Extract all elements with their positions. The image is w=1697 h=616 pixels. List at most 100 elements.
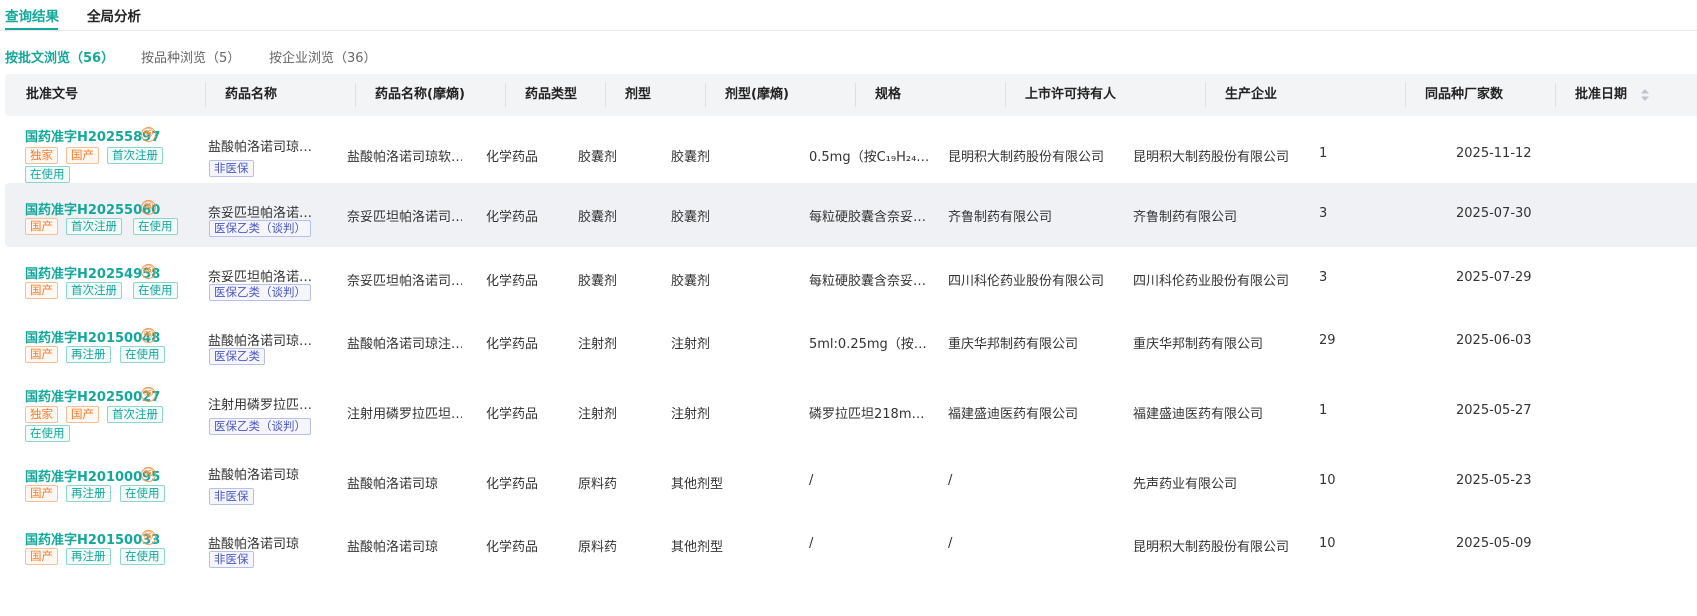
table-row[interactable]: 国药准字H20150033 ⑯ 国产 再注册 在使用 盐酸帕洛诺司琼 非医保 盐酸帕洛诺司琼化…	[5, 513, 1697, 577]
status-tag: 首次注册	[107, 406, 163, 423]
subtab-by-variety[interactable]: 按品种浏览（5）	[141, 47, 240, 66]
drug-name-moshang: 盐酸帕洛诺司琼软…	[347, 150, 462, 165]
spec: 每粒硬胶囊含奈妥…	[809, 210, 927, 225]
subtab-by-approval[interactable]: 按批文浏览（56）	[5, 47, 114, 66]
status-tag: 在使用	[120, 485, 165, 502]
drug-name-moshang: 奈妥匹坦帕洛诺司…	[347, 274, 462, 289]
status-tag: 再注册	[66, 548, 111, 565]
dosage-form: 原料药	[578, 540, 618, 555]
subtab-by-company[interactable]: 按企业浏览（36）	[269, 47, 377, 66]
spec: 每粒硬胶囊含奈妥…	[809, 274, 927, 289]
license-holder: 四川科伦药业股份有限公司	[948, 274, 1105, 289]
approval-date: 2025-07-29	[1456, 270, 1532, 285]
approval-number-link[interactable]: 国药准字H20255897	[25, 126, 160, 145]
drug-name-moshang: 盐酸帕洛诺司琼注…	[347, 337, 462, 352]
status-tag: 首次注册	[66, 218, 122, 235]
license-holder: /	[948, 536, 953, 551]
table-row[interactable]: 国药准字H20150048 ⑯ 国产 再注册 在使用 盐酸帕洛诺司琼注… 医保乙类 盐酸帕洛诺…	[5, 311, 1697, 373]
manufacturer: 四川科伦药业股份有限公司	[1133, 274, 1290, 289]
col-dosage-form-moshang: 剂型(摩熵)	[725, 87, 789, 102]
status-tag: 国产	[66, 147, 99, 164]
drug-type: 化学药品	[486, 407, 539, 422]
table-header: 批准文号 药品名称 药品名称(摩熵) 药品类型 剂型 剂型(摩熵) 规格 上市许…	[5, 74, 1697, 116]
status-tag: 再注册	[66, 485, 111, 502]
manufacturer: 齐鲁制药有限公司	[1133, 210, 1238, 225]
rx-circle-icon: ⑯	[141, 264, 156, 279]
license-holder: 齐鲁制药有限公司	[948, 210, 1053, 225]
table-row[interactable]: 国药准字H20254958 ⑯ 国产 首次注册 在使用 奈妥匹坦帕洛诺司… 医保乙类（谈判）…	[5, 247, 1697, 311]
dosage-form: 胶囊剂	[578, 150, 618, 165]
status-tag: 在使用	[120, 346, 165, 363]
table-row[interactable]: 国药准字H20255897 ⑯ 独家 国产 首次注册 在使用 盐酸帕洛诺司琼软… 非医保 盐酸帕…	[5, 117, 1697, 183]
same-variety-count: 10	[1319, 536, 1336, 551]
drug-type: 化学药品	[486, 337, 539, 352]
approval-date: 2025-06-03	[1456, 333, 1532, 348]
drug-name-moshang: 奈妥匹坦帕洛诺司…	[347, 210, 462, 225]
approval-number-link[interactable]: 国药准字H20150048	[25, 327, 160, 346]
approval-date: 2025-05-09	[1456, 536, 1532, 551]
license-holder: 重庆华邦制药有限公司	[948, 337, 1079, 352]
same-variety-count: 10	[1319, 473, 1336, 488]
spec: /	[809, 473, 814, 488]
manufacturer: 昆明积大制药股份有限公司	[1133, 540, 1290, 555]
status-tag: 国产	[25, 548, 58, 565]
drug-name: 奈妥匹坦帕洛诺司…	[208, 270, 318, 285]
drug-type: 化学药品	[486, 150, 539, 165]
tab-global-analysis[interactable]: 全局分析	[87, 5, 141, 25]
status-tag: 国产	[25, 485, 58, 502]
same-variety-count: 3	[1319, 270, 1328, 285]
approval-number-link[interactable]: 国药准字H20254958	[25, 263, 160, 282]
approval-date: 2025-07-30	[1456, 206, 1532, 221]
sort-up-down-icon[interactable]	[1640, 88, 1650, 102]
rx-circle-icon: ⑯	[141, 200, 156, 215]
drug-name: 注射用磷罗拉匹坦…	[208, 398, 318, 413]
license-holder: 福建盛迪医药有限公司	[948, 407, 1079, 422]
dosage-form-moshang: 其他剂型	[671, 540, 724, 555]
same-variety-count: 1	[1319, 403, 1328, 418]
drug-type: 化学药品	[486, 210, 539, 225]
col-approval-date[interactable]: 批准日期	[1575, 74, 1627, 116]
col-spec: 规格	[875, 87, 902, 102]
table-row[interactable]: 国药准字H20100095 ⑯ 国产 再注册 在使用 盐酸帕洛诺司琼 非医保 盐酸帕洛诺司琼化…	[5, 451, 1697, 513]
dosage-form: 注射剂	[578, 337, 618, 352]
drug-name: 奈妥匹坦帕洛诺司…	[208, 206, 318, 221]
tab-query-results[interactable]: 查询结果	[5, 5, 59, 25]
col-dosage-form: 剂型	[625, 87, 652, 102]
same-variety-count: 3	[1319, 206, 1328, 221]
status-tag: 国产	[25, 282, 58, 299]
manufacturer: 昆明积大制药股份有限公司	[1133, 150, 1290, 165]
drug-name-moshang: 盐酸帕洛诺司琼	[347, 540, 439, 555]
dosage-form-moshang: 胶囊剂	[671, 210, 711, 225]
drug-name-moshang: 盐酸帕洛诺司琼	[347, 477, 439, 492]
approval-number-link[interactable]: 国药准字H20100095	[25, 466, 160, 485]
approval-date: 2025-05-27	[1456, 403, 1532, 418]
status-tag: 在使用	[25, 166, 70, 183]
status-tag: 在使用	[25, 425, 70, 442]
table-row[interactable]: 国药准字H20250027 ⑯ 独家 国产 首次注册 在使用 注射用磷罗拉匹坦… 医保乙类（谈…	[5, 373, 1697, 451]
rx-circle-icon: ⑯	[141, 467, 156, 482]
top-tab-bar: 查询结果 全局分析	[0, 0, 1697, 31]
insurance-badge: 非医保	[209, 160, 254, 177]
col-drug-type: 药品类型	[525, 87, 578, 102]
status-tag: 在使用	[133, 282, 178, 299]
col-manufacturer: 生产企业	[1225, 87, 1278, 102]
status-tag: 首次注册	[66, 282, 122, 299]
approval-number-link[interactable]: 国药准字H20150033	[25, 529, 160, 548]
approval-number-link[interactable]: 国药准字H20255060	[25, 199, 160, 218]
table-row[interactable]: 国药准字H20255060 ⑯ 国产 首次注册 在使用 奈妥匹坦帕洛诺司… 医保乙类（谈判）…	[5, 183, 1697, 247]
drug-type: 化学药品	[486, 477, 539, 492]
status-tag: 国产	[25, 346, 58, 363]
dosage-form-moshang: 其他剂型	[671, 477, 724, 492]
manufacturer: 先声药业有限公司	[1133, 477, 1238, 492]
approval-number-link[interactable]: 国药准字H20250027	[25, 386, 160, 405]
license-holder: /	[948, 473, 953, 488]
drug-name: 盐酸帕洛诺司琼	[208, 537, 300, 552]
insurance-badge: 非医保	[209, 488, 254, 505]
rx-circle-icon: ⑯	[141, 387, 156, 402]
spec: /	[809, 536, 814, 551]
rx-circle-icon: ⑯	[141, 127, 156, 142]
rx-circle-icon: ⑯	[141, 530, 156, 545]
insurance-badge: 医保乙类（谈判）	[209, 220, 311, 237]
dosage-form-moshang: 注射剂	[671, 337, 711, 352]
status-tag: 国产	[66, 406, 99, 423]
